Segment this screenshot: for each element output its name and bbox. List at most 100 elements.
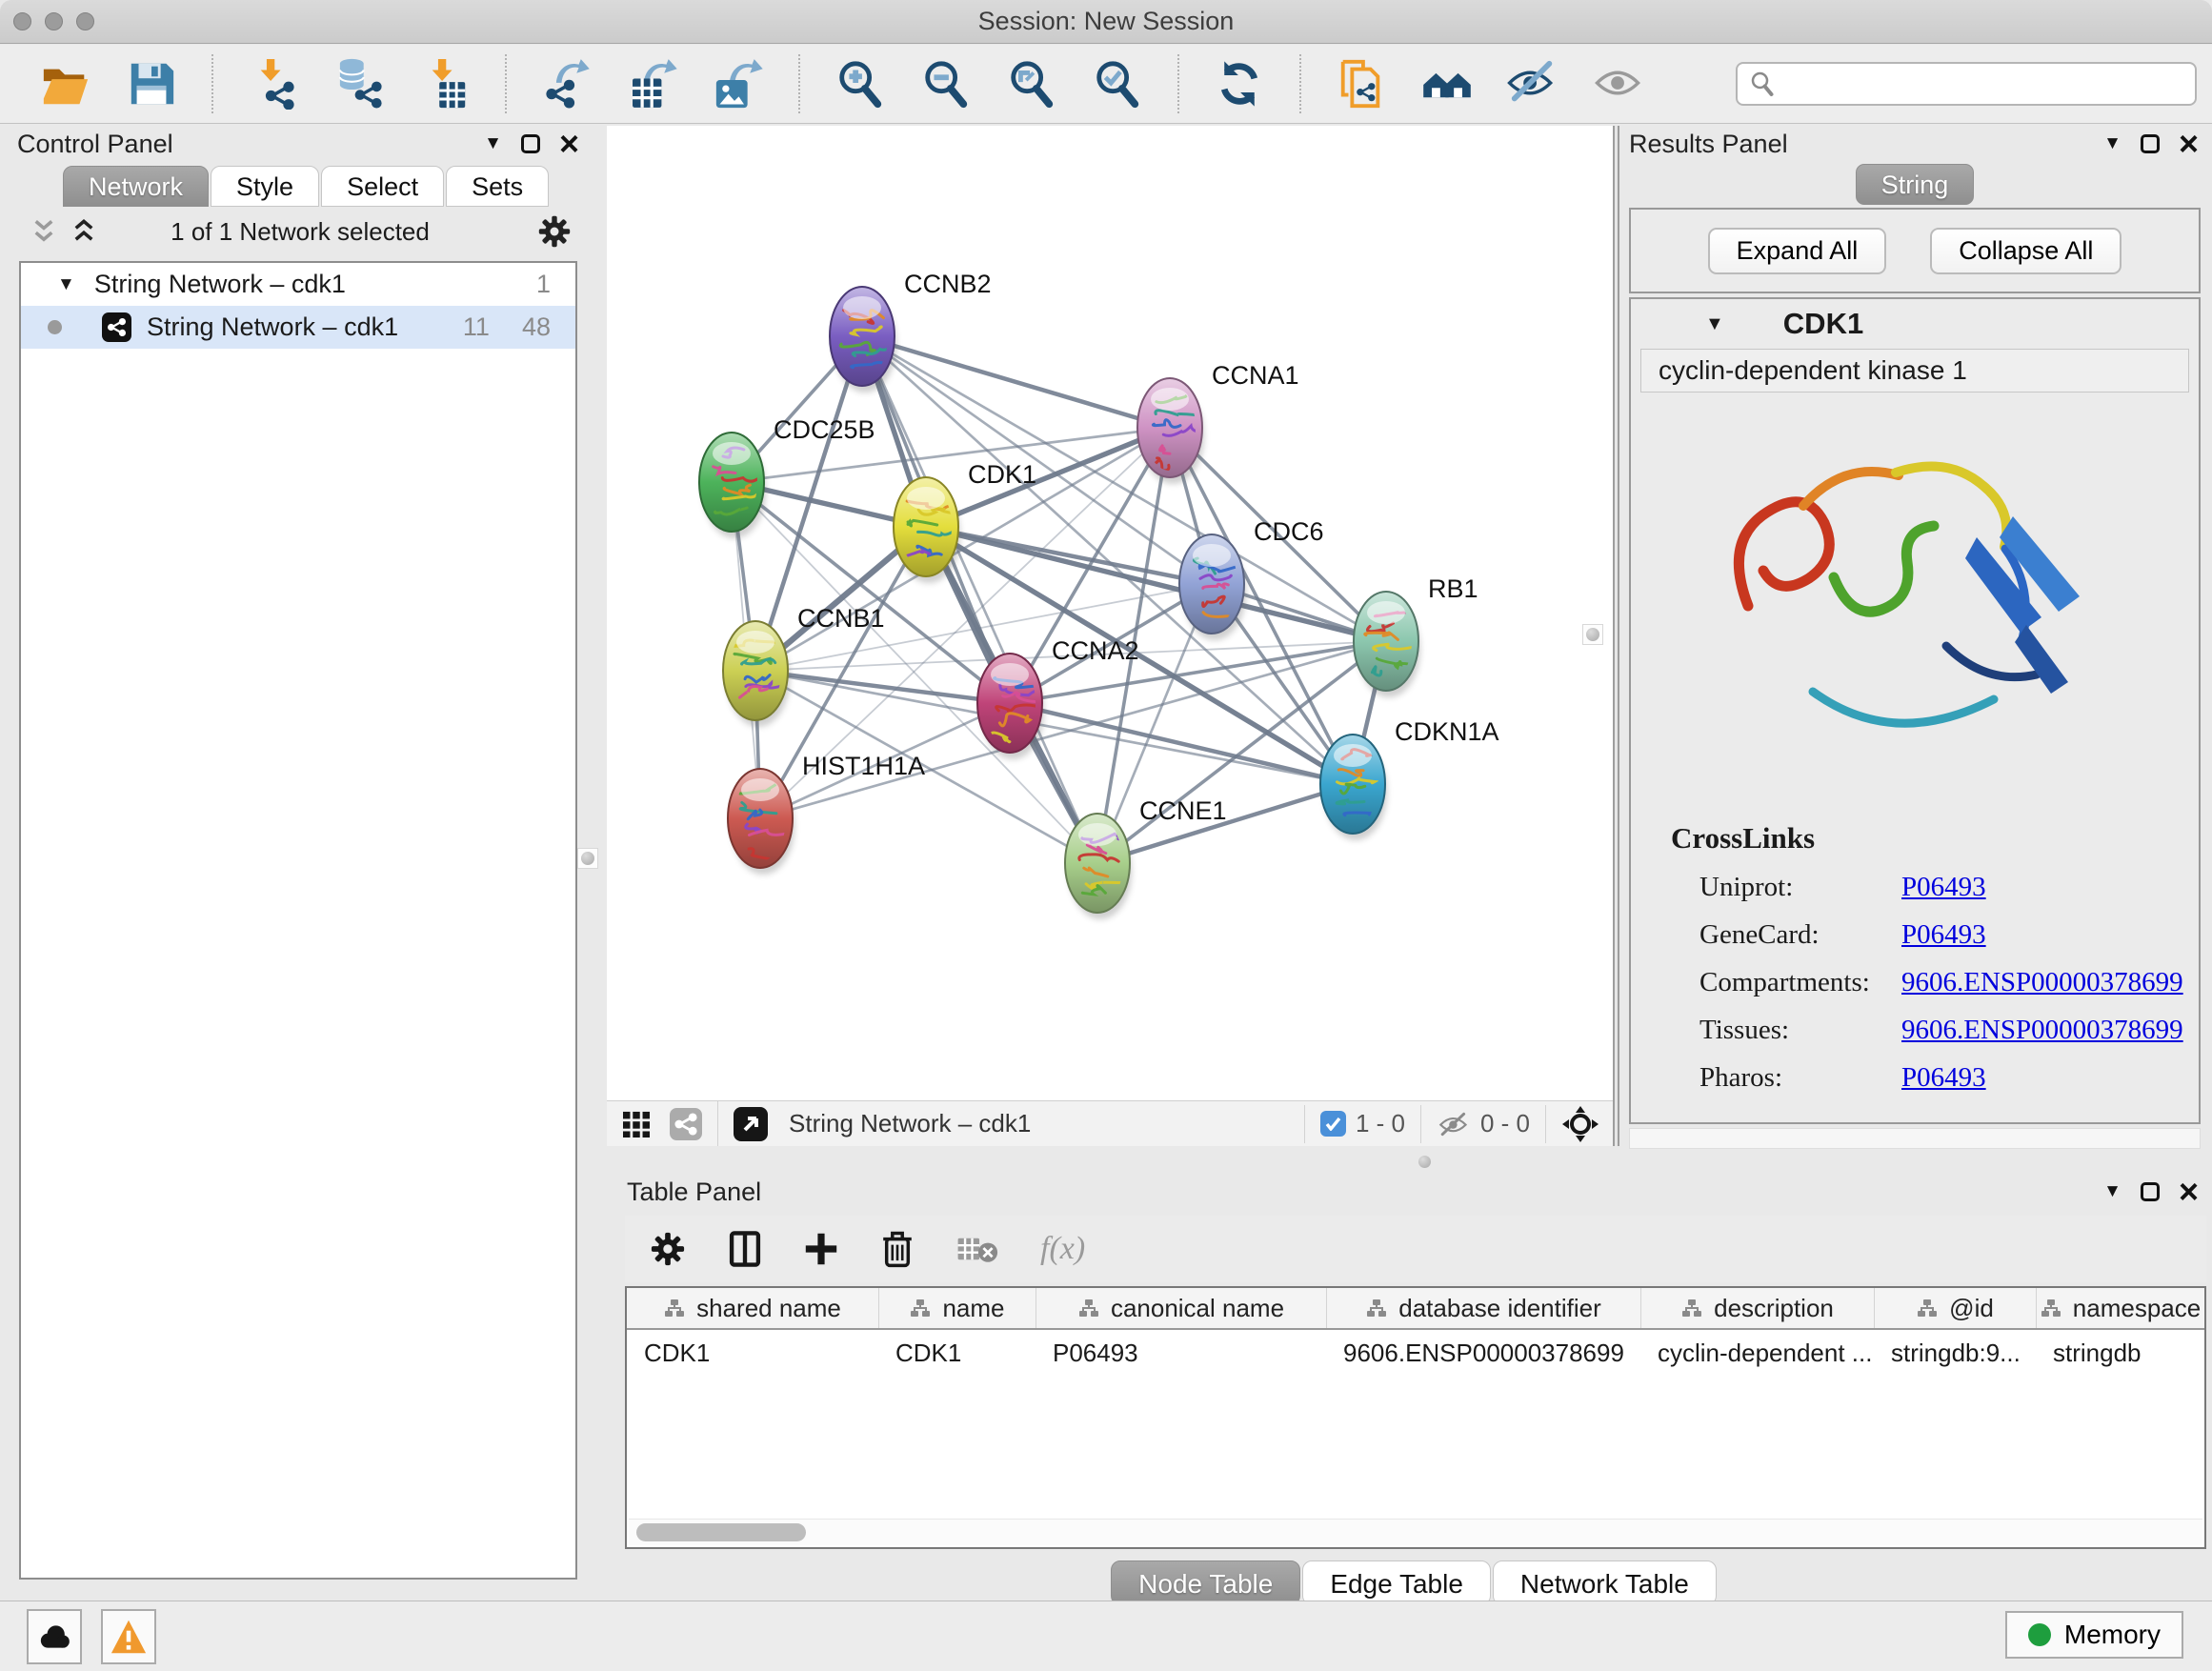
- table-row[interactable]: CDK1 CDK1 P06493 9606.ENSP00000378699 cy…: [627, 1330, 2204, 1376]
- warnings-button[interactable]: [101, 1609, 156, 1664]
- tree-expand-icon[interactable]: ▼: [57, 274, 75, 295]
- panel-collapse-icon[interactable]: ▼: [484, 133, 502, 154]
- panel-collapse-icon[interactable]: ▼: [2103, 1181, 2122, 1202]
- search-box[interactable]: [1736, 62, 2197, 106]
- cell-description[interactable]: cyclin-dependent ...: [1640, 1339, 1874, 1368]
- export-image-button[interactable]: [713, 56, 764, 111]
- cell-shared-name[interactable]: CDK1: [627, 1339, 878, 1368]
- column-header-namespace[interactable]: namespace: [2036, 1288, 2204, 1328]
- zoom-selected-button[interactable]: [1092, 56, 1143, 111]
- network-node-hist1h1a[interactable]: HIST1H1A: [728, 752, 925, 875]
- cell-database-identifier[interactable]: 9606.ENSP00000378699: [1326, 1339, 1640, 1368]
- import-network-from-file-button[interactable]: [248, 56, 299, 111]
- details-expand-icon[interactable]: ▼: [1705, 313, 1724, 335]
- network-node-rb1[interactable]: RB1: [1354, 574, 1478, 697]
- expand-all-button[interactable]: Expand All: [1708, 228, 1887, 274]
- hide-selected-button[interactable]: [1507, 56, 1558, 111]
- save-session-button[interactable]: [126, 56, 177, 111]
- right-splitter-grip[interactable]: [1582, 624, 1603, 645]
- tab-node-table[interactable]: Node Table: [1111, 1560, 1300, 1605]
- zoom-fit-content-button[interactable]: [1006, 56, 1057, 111]
- grid-view-icon[interactable]: [622, 1111, 651, 1137]
- panel-close-icon[interactable]: ×: [2179, 131, 2199, 158]
- collapse-all-button[interactable]: Collapse All: [1930, 228, 2122, 274]
- network-node-cdkn1a[interactable]: CDKN1A: [1320, 717, 1499, 840]
- panel-collapse-icon[interactable]: ▼: [2103, 133, 2122, 154]
- import-table-from-file-button[interactable]: [419, 56, 471, 111]
- network-node-ccne1[interactable]: CCNE1: [1065, 796, 1227, 919]
- panel-float-icon[interactable]: [2141, 134, 2160, 153]
- node-details-header[interactable]: ▼ CDK1: [1631, 299, 2199, 349]
- vertical-splitter[interactable]: [1613, 126, 1619, 1146]
- crosslink-tissues-link[interactable]: 9606.ENSP00000378699: [1901, 1015, 2183, 1046]
- network-collection-row[interactable]: ▼ String Network – cdk1 1: [21, 263, 575, 306]
- panel-close-icon[interactable]: ×: [559, 131, 579, 158]
- table-options-gear-icon[interactable]: [650, 1231, 686, 1267]
- column-header-name[interactable]: name: [878, 1288, 1036, 1328]
- panel-close-icon[interactable]: ×: [2179, 1178, 2199, 1206]
- tab-sets[interactable]: Sets: [446, 166, 549, 207]
- crosslink-pharos-link[interactable]: P06493: [1901, 1062, 1986, 1094]
- column-header-database-identifier[interactable]: database identifier: [1326, 1288, 1640, 1328]
- network-node-cdc25b[interactable]: CDC25B: [699, 415, 875, 538]
- horizontal-splitter-grip[interactable]: [1418, 1156, 1431, 1168]
- column-header-shared-name[interactable]: shared name: [627, 1288, 878, 1328]
- tab-style[interactable]: Style: [211, 166, 319, 207]
- cell-id[interactable]: stringdb:9...: [1874, 1339, 2036, 1368]
- memory-button[interactable]: Memory: [2005, 1611, 2183, 1659]
- zoom-out-button[interactable]: [920, 56, 972, 111]
- tab-network-table[interactable]: Network Table: [1493, 1560, 1717, 1605]
- scrollbar-thumb[interactable]: [636, 1523, 806, 1541]
- network-edge[interactable]: [862, 336, 1170, 428]
- column-header-description[interactable]: description: [1640, 1288, 1874, 1328]
- detach-view-icon[interactable]: [734, 1107, 768, 1141]
- tab-string[interactable]: String: [1856, 164, 1975, 205]
- cell-canonical-name[interactable]: P06493: [1036, 1339, 1326, 1368]
- zoom-in-button[interactable]: [835, 56, 886, 111]
- crosslink-compartments-link[interactable]: 9606.ENSP00000378699: [1901, 967, 2183, 998]
- cloud-icon: [35, 1621, 73, 1653]
- add-column-icon[interactable]: [804, 1232, 838, 1266]
- cloud-status-button[interactable]: [27, 1609, 82, 1664]
- export-network-button[interactable]: [541, 56, 593, 111]
- left-splitter-grip[interactable]: [577, 848, 598, 869]
- network-row-selected[interactable]: String Network – cdk1 11 48: [21, 306, 575, 349]
- column-header-id[interactable]: @id: [1874, 1288, 2036, 1328]
- column-header-canonical-name[interactable]: canonical name: [1036, 1288, 1326, 1328]
- show-all-networks-button[interactable]: [1421, 56, 1473, 111]
- tab-edge-table[interactable]: Edge Table: [1302, 1560, 1491, 1605]
- cell-namespace[interactable]: stringdb: [2036, 1339, 2204, 1368]
- import-network-from-database-button[interactable]: [333, 56, 385, 111]
- export-table-button[interactable]: [627, 56, 678, 111]
- network-edge[interactable]: [1010, 703, 1353, 784]
- tab-network[interactable]: Network: [63, 166, 209, 207]
- results-scrollbar-track[interactable]: [1629, 1128, 2201, 1149]
- network-canvas[interactable]: CCNB2CCNA1CDC25BCDK1CDC6RB1CCNB1CCNA2CDK…: [607, 126, 1613, 1100]
- network-edge[interactable]: [862, 336, 1097, 863]
- network-node-ccna2[interactable]: CCNA2: [977, 636, 1139, 759]
- open-session-button[interactable]: [40, 56, 91, 111]
- cell-name[interactable]: CDK1: [878, 1339, 1036, 1368]
- birds-eye-view-icon[interactable]: [1561, 1105, 1599, 1143]
- crosslink-uniprot-link[interactable]: P06493: [1901, 872, 1986, 903]
- table-horizontal-scrollbar[interactable]: [629, 1519, 2202, 1545]
- search-input[interactable]: [1785, 70, 2195, 99]
- network-options-gear-icon[interactable]: [537, 214, 572, 249]
- network-node-ccna1[interactable]: CCNA1: [1137, 361, 1299, 484]
- node-label: CDC6: [1254, 517, 1324, 546]
- network-node-ccnb2[interactable]: CCNB2: [830, 270, 992, 393]
- tab-select[interactable]: Select: [321, 166, 444, 207]
- panel-float-icon[interactable]: [521, 134, 540, 153]
- crosslink-genecard-link[interactable]: P06493: [1901, 919, 1986, 951]
- show-hidden-button[interactable]: [1593, 56, 1644, 111]
- selected-checkbox-icon[interactable]: [1320, 1111, 1346, 1137]
- show-columns-icon[interactable]: [728, 1230, 762, 1268]
- network-graph[interactable]: CCNB2CCNA1CDC25BCDK1CDC6RB1CCNB1CCNA2CDK…: [607, 126, 1613, 1100]
- clone-network-button[interactable]: [1336, 56, 1387, 111]
- delete-column-icon[interactable]: [880, 1230, 915, 1268]
- network-edge[interactable]: [755, 671, 1010, 703]
- network-view-icon[interactable]: [670, 1108, 702, 1140]
- refresh-view-button[interactable]: [1214, 56, 1265, 111]
- node-table[interactable]: shared name name canonical name database…: [625, 1286, 2206, 1549]
- panel-float-icon[interactable]: [2141, 1182, 2160, 1201]
